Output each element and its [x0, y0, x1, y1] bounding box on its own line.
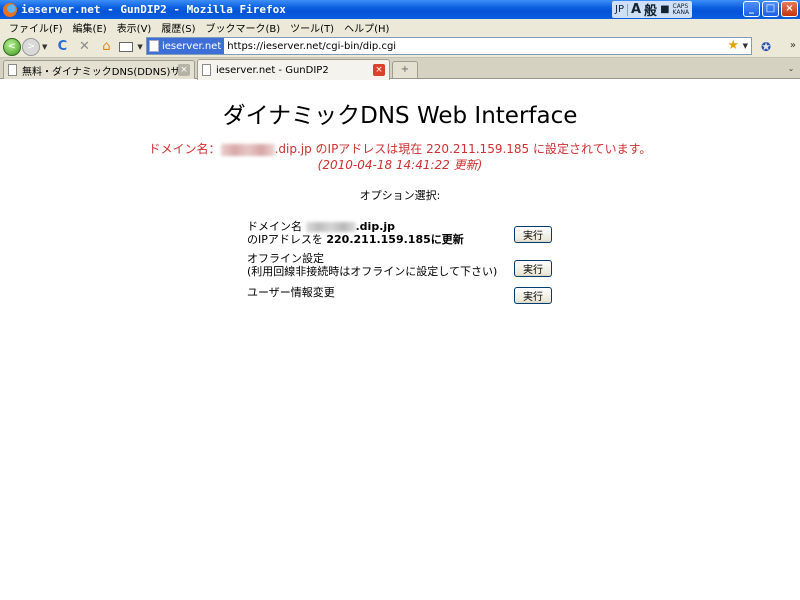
window-title: ieserver.net - GunDIP2 - Mozilla Firefox [21, 3, 286, 16]
close-button[interactable]: × [781, 1, 798, 17]
tab-label: 無料・ダイナミックDNS(DDNS)サービス -... [22, 66, 178, 78]
history-dropdown-icon[interactable]: ▼ [42, 43, 47, 51]
home-icon[interactable]: ⌂ [98, 39, 114, 55]
navigation-toolbar: < > ▼ C ✕ ⌂ ▼ ieserver.net https://ieser… [0, 36, 800, 58]
search-engine-icon[interactable]: ✪ [758, 39, 774, 55]
reload-icon[interactable]: C [54, 39, 70, 55]
url-dropdown-icon[interactable]: ▼ [743, 42, 748, 50]
ime-lock-indicators: CAPS KANA [672, 3, 690, 16]
page-style-icon[interactable] [119, 41, 134, 52]
bookmark-star-icon[interactable]: ★ [727, 38, 739, 54]
back-button[interactable]: < [3, 37, 21, 56]
title-bar: ieserver.net - GunDIP2 - Mozilla Firefox… [0, 0, 800, 19]
update-label: に更新 [430, 233, 464, 246]
updated-timestamp: (2010-04-18 14:41:22 更新) [317, 158, 483, 172]
page-style-dropdown-icon[interactable]: ▼ [137, 43, 142, 51]
window-controls: _ □ × [743, 1, 798, 17]
tab-page-icon [202, 64, 211, 76]
status-suffix: .dip.jp のIPアドレスは現在 220.211.159.185 に設定され… [274, 142, 652, 156]
menu-help[interactable]: ヘルプ(H) [339, 20, 394, 35]
page-icon [149, 40, 159, 52]
tab-list-icon[interactable]: ⌄ [784, 62, 798, 76]
tab-bar: 無料・ダイナミックDNS(DDNS)サービス -... × ieserver.n… [0, 58, 800, 80]
url-bar[interactable]: ieserver.net https://ieserver.net/cgi-bi… [146, 37, 752, 55]
ime-language[interactable]: JP [615, 4, 624, 15]
maximize-button[interactable]: □ [762, 1, 779, 17]
site-identity-label: ieserver.net [162, 40, 222, 52]
menu-file[interactable]: ファイル(F) [4, 20, 68, 35]
redacted-domain [305, 222, 356, 232]
ip-address: 220.211.159.185 [326, 233, 431, 246]
offline-execute-button[interactable]: 実行 [514, 260, 552, 277]
option-update-ip: ドメイン名 .dip.jp のIPアドレスを 220.211.159.185に更… [247, 220, 567, 247]
ip-label: のIPアドレスを [247, 233, 327, 246]
forward-button[interactable]: > [22, 37, 40, 56]
menu-tools[interactable]: ツール(T) [285, 20, 339, 35]
update-ip-execute-button[interactable]: 実行 [514, 226, 552, 243]
site-identity-button[interactable]: ieserver.net [147, 38, 225, 54]
url-text[interactable]: https://ieserver.net/cgi-bin/dip.cgi [227, 41, 396, 52]
redacted-domain [220, 143, 275, 156]
ime-input-mode[interactable]: A [631, 2, 641, 17]
toolbar-overflow-icon[interactable]: » [790, 40, 796, 51]
domain-label: ドメイン名 [247, 220, 302, 233]
menu-edit[interactable]: 編集(E) [68, 20, 112, 35]
option-offline: オフライン設定 (利用回線非接続時はオフラインに設定して下さい) 実行 [247, 252, 567, 286]
page-content: ダイナミックDNS Web Interface ドメイン名： .dip.jp のI… [0, 80, 800, 600]
stop-icon[interactable]: ✕ [76, 39, 92, 55]
tab-page-icon [8, 64, 17, 76]
options-heading: オプション選択: [359, 189, 441, 202]
kana-indicator: KANA [672, 8, 690, 16]
menu-bookmarks[interactable]: ブックマーク(B) [201, 20, 286, 35]
tab-label: ieserver.net - GunDIP2 [216, 64, 329, 76]
ime-toolbar[interactable]: JP A 般 ■ CAPS KANA [612, 0, 693, 19]
minimize-button[interactable]: _ [743, 1, 760, 17]
menu-bar: ファイル(F) 編集(E) 表示(V) 履歴(S) ブックマーク(B) ツール(… [0, 19, 800, 36]
option-user-info: ユーザー情報変更 実行 [247, 286, 567, 304]
ime-separator [626, 3, 628, 16]
ip-status-message: ドメイン名： .dip.jp のIPアドレスは現在 220.211.159.185… [0, 140, 800, 157]
options-list: ドメイン名 .dip.jp のIPアドレスを 220.211.159.185に更… [247, 220, 567, 304]
page-title: ダイナミックDNS Web Interface [222, 103, 578, 129]
tab-close-icon[interactable]: × [178, 64, 190, 76]
menu-view[interactable]: 表示(V) [112, 20, 157, 35]
firefox-icon[interactable] [3, 2, 17, 17]
status-prefix: ドメイン名： [148, 142, 221, 156]
tab-close-icon[interactable]: × [373, 64, 385, 76]
tab-ddns-service[interactable]: 無料・ダイナミックDNS(DDNS)サービス -... × [3, 60, 195, 79]
new-tab-button[interactable]: + [392, 61, 418, 78]
user-info-execute-button[interactable]: 実行 [514, 287, 552, 304]
domain-suffix: .dip.jp [355, 220, 396, 233]
ime-pad-icon[interactable]: ■ [660, 4, 669, 15]
ime-conversion-mode[interactable]: 般 [644, 0, 657, 19]
tab-gundip2[interactable]: ieserver.net - GunDIP2 × [197, 59, 390, 80]
menu-history[interactable]: 履歴(S) [156, 20, 200, 35]
